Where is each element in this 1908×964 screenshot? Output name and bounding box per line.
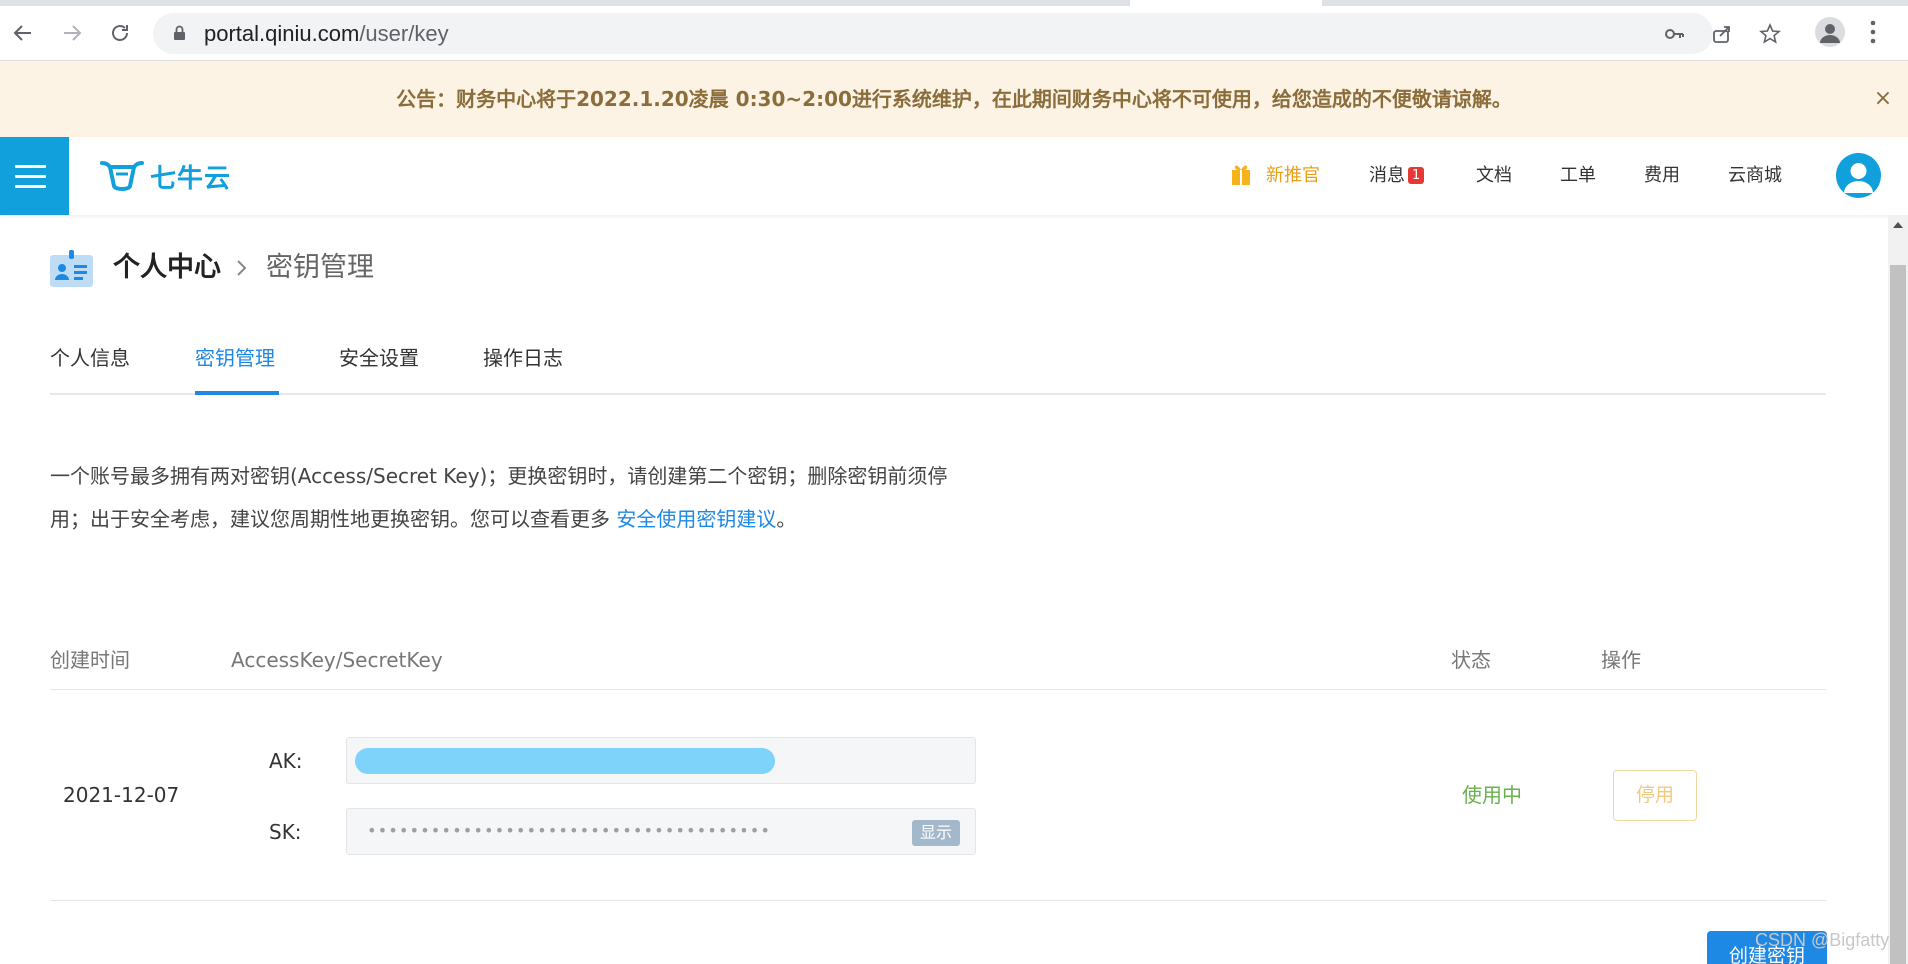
nav-market[interactable]: 云商城: [1728, 137, 1782, 215]
chevron-right-icon: [237, 260, 247, 276]
masked-secret-key: ••••••••••••••••••••••••••••••••••••••: [367, 821, 772, 840]
tab-personal-info[interactable]: 个人信息: [50, 341, 130, 393]
watermark-text: CSDN @Bigfatty: [1755, 930, 1890, 950]
column-header-status: 状态: [1451, 648, 1491, 672]
bookmark-star-icon[interactable]: [1759, 23, 1781, 45]
announcement-close-icon[interactable]: ×: [1871, 87, 1895, 111]
nav-tickets[interactable]: 工单: [1560, 137, 1596, 215]
nav-billing[interactable]: 费用: [1644, 137, 1680, 215]
key-description: 一个账号最多拥有两对密钥(Access/Secret Key)；更换密钥时，请创…: [50, 455, 1010, 541]
hamburger-menu-icon[interactable]: [0, 137, 69, 215]
browser-active-tab[interactable]: [1130, 0, 1322, 6]
show-secret-button[interactable]: 显示: [912, 820, 960, 846]
table-header-divider: [50, 689, 1826, 690]
nav-promo-label: 新推官: [1266, 165, 1320, 186]
scroll-thumb[interactable]: [1890, 265, 1906, 964]
status-badge: 使用中: [1462, 783, 1522, 807]
column-header-keys: AccessKey/SecretKey: [231, 648, 443, 672]
browser-profile-icon[interactable]: [1815, 17, 1845, 47]
tab-security-settings[interactable]: 安全设置: [339, 341, 419, 393]
browser-menu-icon[interactable]: [1868, 18, 1878, 46]
key-icon[interactable]: [1663, 23, 1685, 45]
redacted-access-key: [355, 748, 775, 774]
browser-toolbar: portal.qiniu.com/user/key: [0, 0, 1908, 61]
description-end: 。: [776, 507, 797, 531]
column-header-actions: 操作: [1601, 648, 1641, 672]
id-card-icon: [50, 250, 93, 287]
description-line-2: 用；出于安全考虑，建议您周期性地更换密钥。您可以查看更多: [50, 507, 617, 531]
user-avatar[interactable]: [1836, 153, 1881, 198]
app-header: 七牛云 新推官 消息 1 文档 工单 费用 云商城: [0, 137, 1908, 215]
access-key-field[interactable]: [346, 737, 976, 784]
browser-tabstrip: [0, 0, 1908, 6]
disable-key-button[interactable]: 停用: [1613, 770, 1697, 821]
active-tab-indicator: [195, 391, 279, 395]
logo-text: 七牛云: [150, 163, 232, 194]
forward-icon[interactable]: [57, 18, 87, 48]
nav-docs[interactable]: 文档: [1476, 137, 1512, 215]
tab-operation-log[interactable]: 操作日志: [483, 341, 563, 393]
breadcrumb-root[interactable]: 个人中心: [113, 248, 221, 288]
qiniu-logo-icon: [100, 161, 144, 191]
share-icon[interactable]: [1711, 23, 1733, 45]
tab-key-management[interactable]: 密钥管理: [195, 341, 275, 393]
back-icon[interactable]: [8, 18, 38, 48]
description-line-1: 一个账号最多拥有两对密钥(Access/Secret Key)；更换密钥时，请创…: [50, 464, 948, 488]
key-created-date: 2021-12-07: [63, 783, 180, 807]
reload-icon[interactable]: [105, 18, 135, 48]
nav-promo[interactable]: 新推官: [1230, 137, 1320, 215]
page-scrollbar[interactable]: [1888, 215, 1908, 964]
key-safety-tips-link[interactable]: 安全使用密钥建议: [616, 507, 776, 531]
lock-icon[interactable]: [173, 25, 186, 41]
column-header-created: 创建时间: [50, 648, 130, 672]
nav-messages-label: 消息: [1369, 165, 1405, 186]
ak-label: AK:: [269, 749, 303, 773]
message-count-badge: 1: [1408, 166, 1425, 184]
sk-label: SK:: [269, 820, 302, 844]
announcement-text: 公告：财务中心将于2022.1.20凌晨 0:30~2:00进行系统维护，在此期…: [396, 87, 1512, 111]
url-path: /user/key: [359, 21, 449, 46]
url-text[interactable]: portal.qiniu.com/user/key: [204, 13, 449, 54]
secret-key-field[interactable]: •••••••••••••••••••••••••••••••••••••• 显…: [346, 808, 976, 855]
logo[interactable]: 七牛云: [100, 157, 231, 195]
address-bar[interactable]: portal.qiniu.com/user/key: [153, 13, 1781, 54]
scroll-up-icon[interactable]: [1888, 215, 1908, 235]
tabs-divider: [50, 393, 1826, 395]
announcement-banner: 公告：财务中心将于2022.1.20凌晨 0:30~2:00进行系统维护，在此期…: [0, 61, 1908, 137]
gift-icon: [1232, 165, 1250, 185]
breadcrumb-current: 密钥管理: [266, 252, 374, 283]
url-host: portal.qiniu.com: [204, 21, 360, 46]
table-row-divider: [50, 900, 1826, 901]
nav-messages[interactable]: 消息 1: [1369, 137, 1425, 215]
